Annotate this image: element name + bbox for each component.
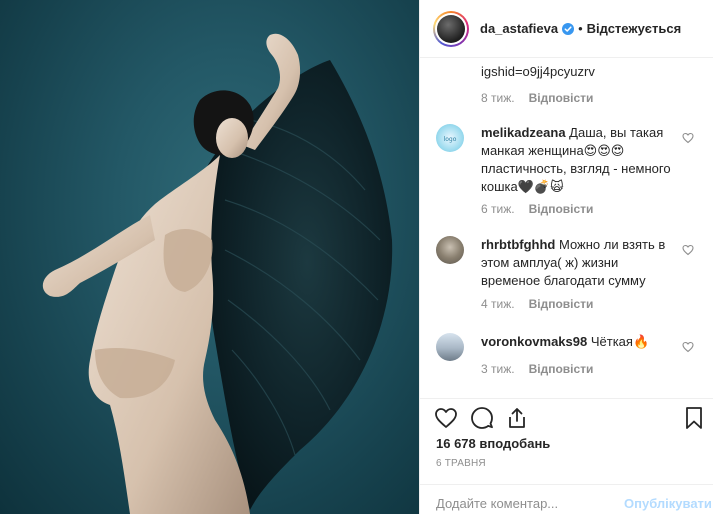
comment-username[interactable]: melikadzeana: [481, 125, 566, 140]
publish-button[interactable]: Опублікувати: [624, 496, 712, 511]
comment-like-icon[interactable]: [682, 132, 694, 144]
comment-meta: 4 тиж. Відповісти: [481, 297, 593, 311]
post-header: da_astafieva • Відстежується: [420, 0, 713, 58]
comments-list[interactable]: igshid=o9jj4pcyuzrv 8 тиж. Відповісти log…: [420, 58, 713, 398]
bookmark-icon[interactable]: [682, 406, 706, 430]
comment-like-icon[interactable]: [682, 244, 694, 256]
caption-reply-button[interactable]: Відповісти: [529, 91, 594, 105]
comment-username[interactable]: voronkovmaks98: [481, 334, 587, 349]
photo-artwork: [42, 33, 393, 514]
comment-meta: 6 тиж. Відповісти: [481, 202, 593, 216]
verified-badge-icon: [562, 22, 575, 35]
comment-reply-button[interactable]: Відповісти: [529, 362, 594, 376]
comment-meta: 3 тиж. Відповісти: [481, 362, 593, 376]
author-username[interactable]: da_astafieva: [480, 21, 558, 36]
comment-avatar[interactable]: [436, 236, 464, 264]
comment-username[interactable]: rhrbtbfghhd: [481, 237, 555, 252]
comment-reply-button[interactable]: Відповісти: [529, 297, 594, 311]
share-icon[interactable]: [505, 406, 529, 430]
svg-text:logo: logo: [444, 136, 457, 143]
caption-text: igshid=o9jj4pcyuzrv: [481, 64, 595, 79]
comment-input[interactable]: [436, 493, 616, 513]
caption-time: 8 тиж.: [481, 91, 515, 105]
heart-icon[interactable]: [434, 406, 458, 430]
post-actions: [420, 398, 713, 438]
comment-body: voronkovmaks98 Чёткая🔥: [481, 333, 681, 351]
comment-time: 3 тиж.: [481, 362, 515, 376]
header-separator: •: [578, 21, 583, 36]
caption-meta: 8 тиж. Відповісти: [481, 91, 593, 105]
comment-reply-button[interactable]: Відповісти: [529, 202, 594, 216]
comment-composer: Опублікувати: [420, 484, 713, 514]
author-avatar[interactable]: [433, 10, 469, 47]
likes-count[interactable]: 16 678 вподобань: [436, 436, 550, 451]
comment-icon[interactable]: [470, 406, 494, 430]
post-photo[interactable]: [0, 0, 419, 514]
comment-avatar[interactable]: [436, 333, 464, 361]
comment-time: 6 тиж.: [481, 202, 515, 216]
comment-body: rhrbtbfghhd Можно ли взять в этом амплуа…: [481, 236, 681, 290]
post-side-panel: da_astafieva • Відстежується igshid=o9jj…: [419, 0, 713, 514]
following-button[interactable]: Відстежується: [587, 21, 682, 36]
comment-like-icon[interactable]: [682, 341, 694, 353]
comment-text: Чёткая🔥: [590, 334, 650, 349]
comment-body: melikadzeana Даша, вы такая манкая женщи…: [481, 124, 681, 196]
post-date: 6 ТРАВНЯ: [436, 458, 486, 469]
comment-time: 4 тиж.: [481, 297, 515, 311]
comment-avatar[interactable]: logo: [436, 124, 464, 152]
